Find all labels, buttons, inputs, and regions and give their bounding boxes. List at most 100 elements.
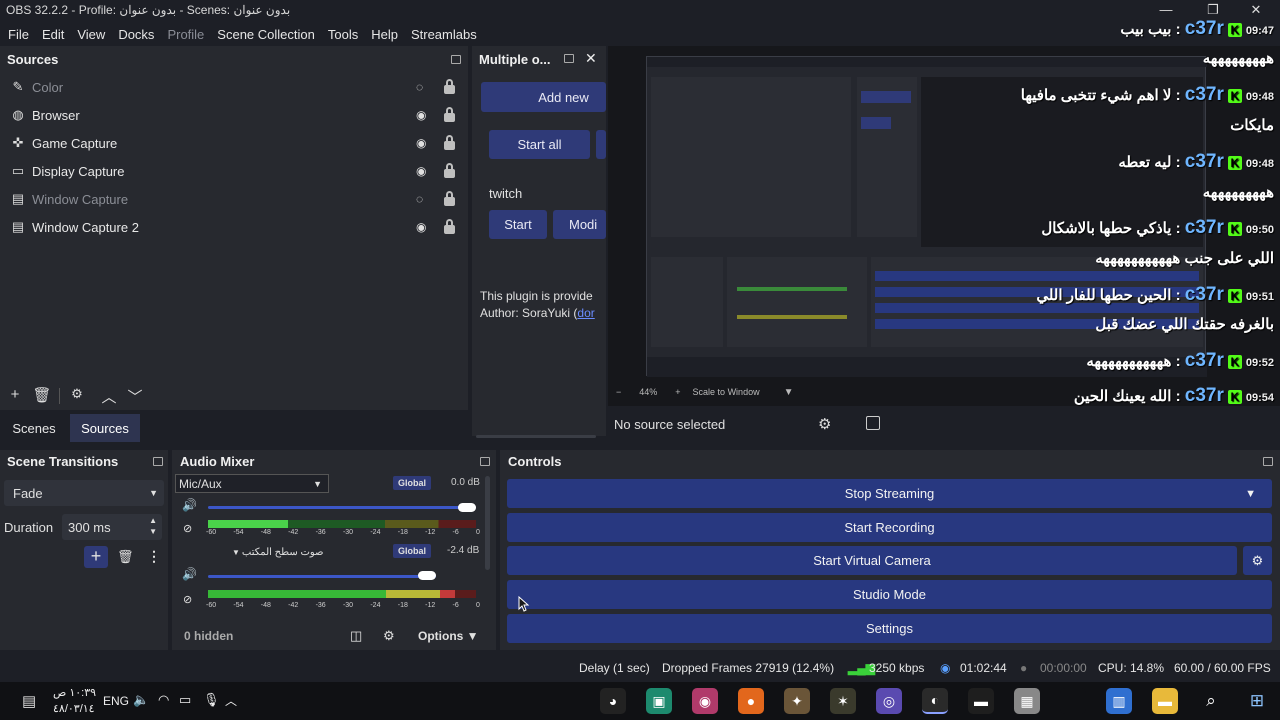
- add-source-button[interactable]: +: [4, 386, 26, 406]
- start-target-button[interactable]: Start: [489, 210, 547, 239]
- zoom-in-button[interactable]: +: [675, 387, 680, 397]
- undock-icon[interactable]: [153, 457, 163, 466]
- app-game-icon[interactable]: ✦: [784, 688, 810, 714]
- app-game2-icon[interactable]: ✶: [830, 688, 856, 714]
- menu-profile[interactable]: Profile: [167, 27, 204, 42]
- lock-icon[interactable]: [443, 79, 455, 94]
- eye-icon[interactable]: ◉: [416, 164, 432, 178]
- menu-help[interactable]: Help: [371, 27, 398, 42]
- volume-slider[interactable]: [208, 506, 476, 509]
- app-firefox-icon[interactable]: ●: [738, 688, 764, 714]
- volume-slider[interactable]: [208, 575, 436, 578]
- tab-scenes[interactable]: Scenes: [0, 414, 68, 442]
- move-down-button[interactable]: ﹀: [124, 386, 146, 406]
- undock-icon[interactable]: [564, 54, 574, 63]
- language-indicator[interactable]: ENG: [103, 694, 129, 708]
- speaker-icon[interactable]: 🔊: [182, 567, 197, 581]
- mixer-options-button[interactable]: Options ▼: [418, 629, 479, 643]
- app-store-icon[interactable]: ▥: [1106, 688, 1132, 714]
- source-item[interactable]: ▤ Window Capture 2 ◉: [0, 213, 466, 241]
- stop-streaming-button[interactable]: Stop Streaming ▼: [507, 479, 1272, 508]
- filters-icon[interactable]: [866, 416, 880, 430]
- notification-icon[interactable]: ▤: [22, 692, 36, 710]
- gear-icon[interactable]: ⚙: [1243, 546, 1272, 575]
- source-item[interactable]: ✜ Game Capture ◉: [0, 129, 466, 157]
- eye-hidden-icon[interactable]: ◌: [416, 80, 432, 94]
- clock-time[interactable]: ١٠:٣٩ ص: [53, 686, 96, 699]
- clock-date[interactable]: ٤٨/٠٣/١٤: [53, 702, 95, 715]
- channel-name-select[interactable]: ▼ صوت سطح المكتب: [232, 544, 332, 560]
- app-ghost-icon[interactable]: ◕: [600, 688, 626, 714]
- lock-icon[interactable]: [443, 191, 455, 206]
- microphone-icon[interactable]: 🎙: [203, 692, 220, 708]
- eye-icon[interactable]: ◉: [416, 220, 432, 234]
- horizontal-scrollbar[interactable]: [476, 435, 596, 438]
- app-discord-icon[interactable]: ◉: [692, 688, 718, 714]
- source-item[interactable]: ◍ Browser ◉: [0, 101, 466, 129]
- start-all-button[interactable]: Start all: [489, 130, 590, 159]
- move-up-button[interactable]: ︿: [98, 386, 120, 406]
- lock-icon[interactable]: [443, 219, 455, 234]
- eye-icon[interactable]: ◉: [416, 108, 432, 122]
- layout-icon[interactable]: ◫: [350, 628, 362, 644]
- transition-select[interactable]: Fade ▼: [4, 480, 164, 506]
- settings-button[interactable]: Settings: [507, 614, 1272, 643]
- eye-hidden-icon[interactable]: ◌: [416, 192, 432, 206]
- lock-icon[interactable]: [443, 163, 455, 178]
- mixer-scrollbar[interactable]: [485, 476, 490, 570]
- volume-icon[interactable]: 🔈: [133, 692, 149, 708]
- duration-input[interactable]: 300 ms ▲ ▼: [62, 514, 162, 540]
- gear-icon[interactable]: ⚙: [383, 628, 395, 644]
- tab-sources[interactable]: Sources: [70, 414, 140, 442]
- menu-docks[interactable]: Docks: [118, 27, 154, 42]
- source-item[interactable]: ▭ Display Capture ◉: [0, 157, 466, 185]
- zoom-out-button[interactable]: −: [616, 387, 621, 397]
- windows-start-icon[interactable]: ⊞: [1244, 688, 1270, 714]
- remove-transition-button[interactable]: 🗑: [117, 549, 134, 565]
- app-kick-icon[interactable]: ▬: [968, 688, 994, 714]
- undock-icon[interactable]: [480, 457, 490, 466]
- remove-source-button[interactable]: 🗑: [31, 386, 53, 406]
- app-chat-icon[interactable]: ▣: [646, 688, 672, 714]
- close-icon[interactable]: ✕: [585, 50, 597, 67]
- menu-tools[interactable]: Tools: [328, 27, 358, 42]
- eye-icon[interactable]: ◉: [416, 136, 432, 150]
- start-recording-button[interactable]: Start Recording: [507, 513, 1272, 542]
- app-black-icon[interactable]: [1060, 688, 1086, 714]
- monitor-off-icon[interactable]: ⊘: [183, 593, 192, 606]
- undock-icon[interactable]: [1263, 457, 1273, 466]
- app-minecraft-icon[interactable]: ▦: [1014, 688, 1040, 714]
- gear-icon[interactable]: ⚙: [66, 386, 88, 406]
- source-item[interactable]: ✎ Color ◌: [0, 73, 466, 101]
- speaker-icon[interactable]: 🔊: [182, 498, 197, 512]
- app-messenger-icon[interactable]: ◎: [876, 688, 902, 714]
- studio-mode-button[interactable]: Studio Mode: [507, 580, 1272, 609]
- add-transition-button[interactable]: +: [84, 546, 108, 568]
- menu-edit[interactable]: Edit: [42, 27, 64, 42]
- app-obs-icon[interactable]: ◐: [922, 688, 948, 714]
- start-virtual-camera-button[interactable]: Start Virtual Camera: [507, 546, 1237, 575]
- author-link[interactable]: dor: [577, 306, 594, 320]
- folder-icon[interactable]: ▬: [1152, 688, 1178, 714]
- battery-icon[interactable]: ▭: [179, 692, 191, 708]
- source-item[interactable]: ▤ Window Capture ◌: [0, 185, 466, 213]
- lock-icon[interactable]: [443, 107, 455, 122]
- menu-file[interactable]: File: [8, 27, 29, 42]
- search-icon[interactable]: ⌕: [1198, 688, 1224, 714]
- channel-name-select[interactable]: Mic/Aux ▼: [175, 474, 329, 493]
- chevron-up-icon[interactable]: ︿: [225, 692, 237, 709]
- lock-icon[interactable]: [443, 135, 455, 150]
- stop-all-button-partial[interactable]: [596, 130, 606, 159]
- menu-scene-collection[interactable]: Scene Collection: [217, 27, 315, 42]
- monitor-off-icon[interactable]: ⊘: [183, 522, 192, 535]
- undock-icon[interactable]: [451, 55, 461, 64]
- more-icon[interactable]: ⋮: [147, 548, 161, 565]
- wifi-icon[interactable]: ◠: [158, 692, 169, 708]
- volume-knob[interactable]: [418, 571, 436, 580]
- gear-icon[interactable]: ⚙: [818, 415, 831, 433]
- chevron-down-icon[interactable]: ▼: [784, 387, 794, 398]
- add-new-button[interactable]: Add new: [481, 82, 606, 112]
- menu-view[interactable]: View: [77, 27, 105, 42]
- modify-target-button[interactable]: Modi: [553, 210, 606, 239]
- volume-knob[interactable]: [458, 503, 476, 512]
